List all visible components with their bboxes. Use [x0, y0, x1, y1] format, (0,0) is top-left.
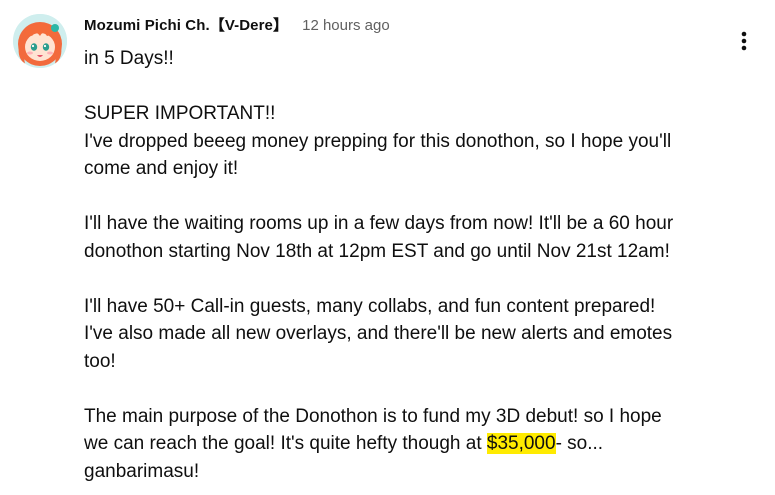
author-name[interactable]: Mozumi Pichi Ch.【V-Dere】 [84, 14, 288, 35]
comment-line: donothon starting Nov 18th at 12pm EST a… [84, 240, 670, 262]
highlighted-amount: $35,000 [486, 433, 556, 454]
comment-timestamp[interactable]: 12 hours ago [302, 17, 390, 34]
comment-line: ganbarimasu! [84, 460, 200, 482]
avatar[interactable] [13, 14, 67, 68]
comment-text: in 5 Days!! SUPER IMPORTANT!! I've dropp… [84, 45, 734, 485]
comment: Mozumi Pichi Ch.【V-Dere】 12 hours ago in… [84, 14, 734, 485]
comment-text-segment: - so... [555, 433, 604, 454]
avatar-image [13, 14, 67, 68]
comment-line: I've dropped beeeg money prepping for th… [84, 130, 672, 152]
more-vert-icon [741, 31, 747, 51]
comment-line: too! [84, 350, 116, 372]
comment-line: we can reach the goal! It's quite hefty … [84, 430, 734, 458]
comment-line: come and enjoy it! [84, 158, 239, 179]
comment-line: I'll have 50+ Call-in guests, many colla… [84, 295, 656, 317]
comment-line: SUPER IMPORTANT!! [84, 103, 276, 124]
comment-line: in 5 Days!! [84, 48, 174, 69]
more-options-button[interactable] [729, 26, 759, 56]
comment-text-segment: we can reach the goal! It's quite hefty … [84, 433, 487, 454]
comment-header: Mozumi Pichi Ch.【V-Dere】 12 hours ago [84, 14, 734, 38]
comment-line: I'll have the waiting rooms up in a few … [84, 213, 674, 234]
comment-line: The main purpose of the Donothon is to f… [84, 405, 662, 427]
comment-line: I've also made all new overlays, and the… [84, 323, 673, 344]
